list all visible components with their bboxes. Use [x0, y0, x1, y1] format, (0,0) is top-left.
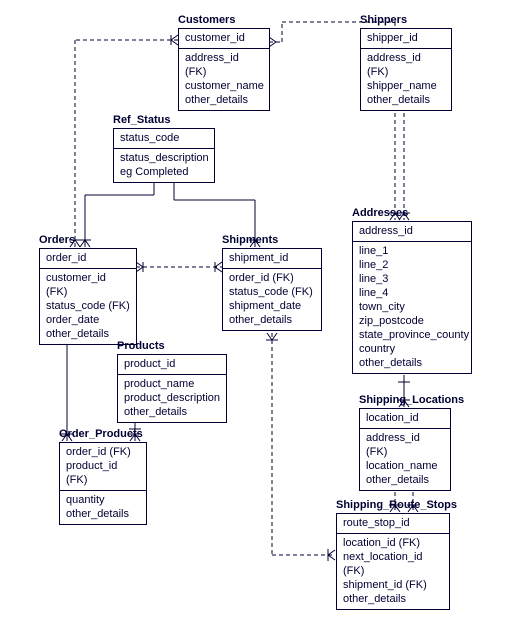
- entity-refstatus: status_code status_description eg Comple…: [113, 128, 215, 183]
- attr: eg Completed: [120, 165, 208, 179]
- attr: order_date: [46, 313, 130, 327]
- attrs-section: customer_id (FK) status_code (FK) order_…: [40, 269, 136, 344]
- attr: line_1: [359, 244, 465, 258]
- entity-title-orderproducts: Order_Products: [59, 428, 143, 440]
- pk-section: location_id: [360, 409, 450, 429]
- entity-orders: order_id customer_id (FK) status_code (F…: [39, 248, 137, 345]
- entity-orderproducts: order_id (FK) product_id (FK) quantity o…: [59, 442, 147, 525]
- attrs-section: line_1 line_2 line_3 line_4 town_city zi…: [353, 242, 471, 373]
- attr: town_city: [359, 300, 465, 314]
- pk-section: order_id: [40, 249, 136, 269]
- attr: address_id (FK): [185, 51, 263, 79]
- attr: next_location_id (FK): [343, 550, 443, 578]
- attr: status_code: [120, 131, 208, 145]
- attr: shipment_date: [229, 299, 315, 313]
- pk-section: customer_id: [179, 29, 269, 49]
- attrs-section: location_id (FK) next_location_id (FK) s…: [337, 534, 449, 609]
- pk-section: route_stop_id: [337, 514, 449, 534]
- attrs-section: address_id (FK) customer_name other_deta…: [179, 49, 269, 110]
- attr: quantity: [66, 493, 140, 507]
- attr: product_name: [124, 377, 220, 391]
- entity-title-orders: Orders: [39, 234, 75, 246]
- attr: state_province_county: [359, 328, 465, 342]
- attr: product_id: [124, 357, 220, 371]
- attr: location_id (FK): [343, 536, 443, 550]
- entity-products: product_id product_name product_descript…: [117, 354, 227, 423]
- attr: address_id (FK): [367, 51, 445, 79]
- attrs-section: address_id (FK) location_name other_deta…: [360, 429, 450, 490]
- entity-title-customers: Customers: [178, 14, 235, 26]
- attr: shipment_id (FK): [343, 578, 443, 592]
- attr: other_details: [367, 93, 445, 107]
- attr: status_code (FK): [229, 285, 315, 299]
- attr: other_details: [185, 93, 263, 107]
- attr: other_details: [124, 405, 220, 419]
- attr: address_id (FK): [366, 431, 444, 459]
- attr: other_details: [343, 592, 443, 606]
- attr: other_details: [359, 356, 465, 370]
- entity-shiplocs: location_id address_id (FK) location_nam…: [359, 408, 451, 491]
- attr: other_details: [229, 313, 315, 327]
- attrs-section: status_description eg Completed: [114, 149, 214, 182]
- entity-routestops: route_stop_id location_id (FK) next_loca…: [336, 513, 450, 610]
- attrs-section: address_id (FK) shipper_name other_detai…: [361, 49, 451, 110]
- attr: country: [359, 342, 465, 356]
- attr: location_id: [366, 411, 444, 425]
- entity-title-addresses: Addresses: [352, 207, 408, 219]
- attrs-section: quantity other_details: [60, 491, 146, 524]
- entity-customers: customer_id address_id (FK) customer_nam…: [178, 28, 270, 111]
- attr: product_id (FK): [66, 459, 140, 487]
- entity-title-refstatus: Ref_Status: [113, 114, 170, 126]
- entity-title-shiplocs: Shipping_Locations: [359, 394, 464, 406]
- attr: customer_id: [185, 31, 263, 45]
- entity-title-shippers: Shippers: [360, 14, 407, 26]
- attrs-section: product_name product_description other_d…: [118, 375, 226, 422]
- attr: status_code (FK): [46, 299, 130, 313]
- entity-title-routestops: Shipping_Route_Stops: [336, 499, 457, 511]
- attr: location_name: [366, 459, 444, 473]
- attr: other_details: [366, 473, 444, 487]
- attr: shipper_name: [367, 79, 445, 93]
- attr: line_2: [359, 258, 465, 272]
- attr: route_stop_id: [343, 516, 443, 530]
- attr: shipper_id: [367, 31, 445, 45]
- attr: product_description: [124, 391, 220, 405]
- pk-section: order_id (FK) product_id (FK): [60, 443, 146, 491]
- attr: line_3: [359, 272, 465, 286]
- pk-section: status_code: [114, 129, 214, 149]
- attr: other_details: [46, 327, 130, 341]
- attr: line_4: [359, 286, 465, 300]
- pk-section: shipper_id: [361, 29, 451, 49]
- pk-section: product_id: [118, 355, 226, 375]
- attr: order_id: [46, 251, 130, 265]
- entity-addresses: address_id line_1 line_2 line_3 line_4 t…: [352, 221, 472, 374]
- attr: zip_postcode: [359, 314, 465, 328]
- entity-shipments: shipment_id order_id (FK) status_code (F…: [222, 248, 322, 331]
- attr: order_id (FK): [66, 445, 140, 459]
- attr: address_id: [359, 224, 465, 238]
- entity-title-shipments: Shipments: [222, 234, 278, 246]
- attr: shipment_id: [229, 251, 315, 265]
- attr: status_description: [120, 151, 208, 165]
- pk-section: shipment_id: [223, 249, 321, 269]
- attr: customer_id (FK): [46, 271, 130, 299]
- entity-title-products: Products: [117, 340, 165, 352]
- attrs-section: order_id (FK) status_code (FK) shipment_…: [223, 269, 321, 330]
- pk-section: address_id: [353, 222, 471, 242]
- attr: customer_name: [185, 79, 263, 93]
- entity-shippers: shipper_id address_id (FK) shipper_name …: [360, 28, 452, 111]
- attr: order_id (FK): [229, 271, 315, 285]
- attr: other_details: [66, 507, 140, 521]
